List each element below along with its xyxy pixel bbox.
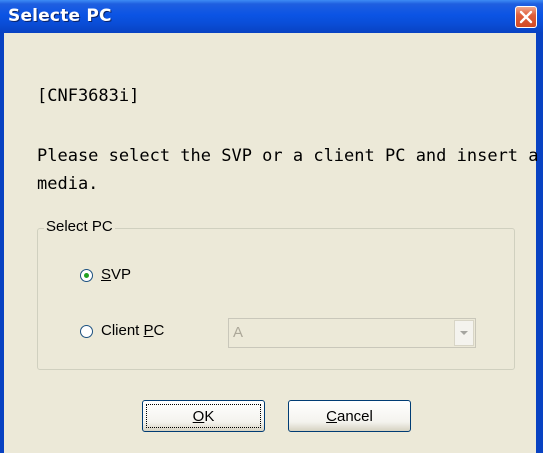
svp-label-mnemonic: S: [101, 266, 112, 283]
cancel-label-mnemonic: C: [326, 407, 337, 425]
window-frame-right: [536, 33, 543, 453]
select-pc-groupbox: [37, 228, 515, 370]
message-id: [CNF3683i]: [37, 86, 140, 106]
client-pc-select-value: A: [233, 324, 244, 341]
close-button[interactable]: [515, 6, 537, 28]
svp-radio[interactable]: [80, 269, 93, 282]
window-title: Selecte PC: [8, 6, 112, 26]
dropdown-button[interactable]: [454, 320, 474, 346]
client-label-prefix: Client: [101, 322, 144, 339]
svp-label-rest: VP: [111, 266, 132, 283]
client-pc-radio-label[interactable]: Client PC: [101, 322, 164, 339]
title-bar[interactable]: Selecte PC: [0, 0, 543, 33]
client-label-mnemonic: P: [143, 322, 154, 339]
cancel-button-label: Cancel: [326, 408, 373, 425]
ok-label-rest: K: [204, 407, 215, 425]
ok-button[interactable]: OK: [142, 400, 265, 432]
client-pc-radio[interactable]: [80, 325, 93, 338]
svp-radio-label[interactable]: SVP: [101, 266, 131, 283]
chevron-down-icon: [460, 331, 468, 335]
cancel-button[interactable]: Cancel: [288, 400, 411, 432]
client-pc-select[interactable]: A: [228, 318, 476, 348]
message-line-2: media.: [37, 174, 99, 194]
groupbox-legend: Select PC: [44, 218, 115, 235]
client-label-rest: C: [153, 322, 165, 339]
ok-button-label: OK: [193, 408, 215, 425]
ok-label-mnemonic: O: [192, 407, 205, 425]
cancel-label-rest: ancel: [336, 407, 373, 425]
close-icon: [519, 10, 533, 24]
message-line-1: Please select the SVP or a client PC and…: [37, 146, 539, 166]
